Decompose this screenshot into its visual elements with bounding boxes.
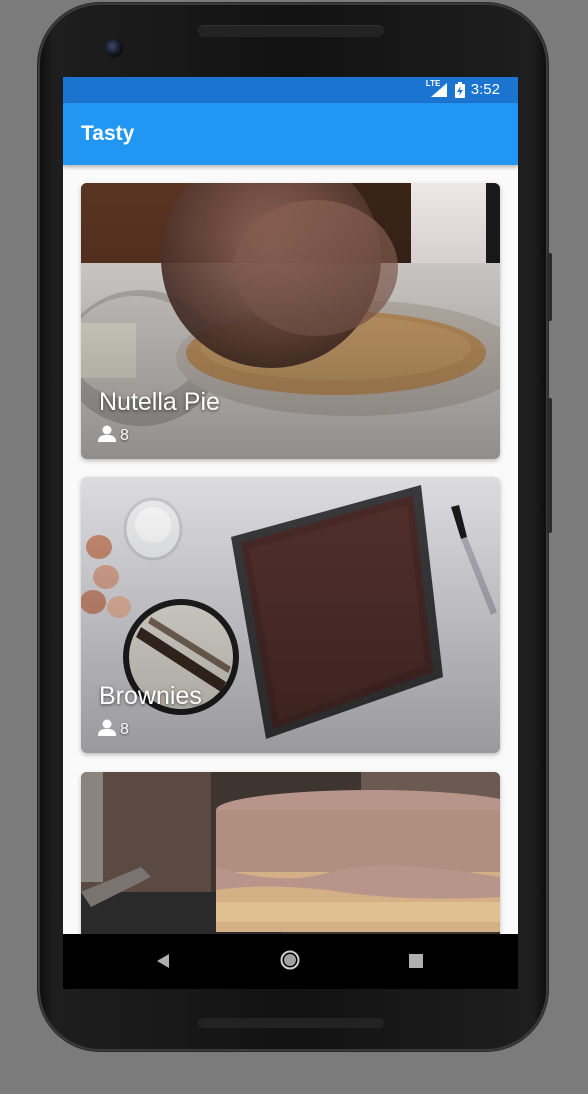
recipe-image <box>81 477 500 753</box>
servings-count: 8 <box>120 721 129 738</box>
recipe-card[interactable] <box>81 772 500 934</box>
recents-icon[interactable] <box>409 954 423 973</box>
signal-icon: LTE <box>425 78 449 98</box>
recipe-servings: 8 <box>98 425 129 447</box>
network-type-label: LTE <box>425 78 441 88</box>
phone-screen: LTE 3:52 Tasty Nutella Pie 8 Brownies 8 <box>63 77 518 989</box>
recipe-card[interactable]: Brownies 8 <box>81 477 500 753</box>
person-icon <box>98 425 116 447</box>
person-icon <box>98 719 116 741</box>
recipe-image <box>81 183 500 459</box>
status-bar: LTE 3:52 <box>63 77 518 103</box>
recipe-image <box>81 772 500 934</box>
recipe-servings: 8 <box>98 719 129 741</box>
recipe-card[interactable]: Nutella Pie 8 <box>81 183 500 459</box>
bottom-speaker <box>198 1018 384 1028</box>
power-button <box>547 398 552 533</box>
earpiece-speaker <box>198 25 384 37</box>
front-camera <box>105 39 123 57</box>
status-time: 3:52 <box>470 81 500 98</box>
app-title: Tasty <box>81 122 135 145</box>
navigation-bar <box>63 934 518 989</box>
back-icon[interactable] <box>155 953 171 974</box>
recipe-title: Nutella Pie <box>99 388 220 416</box>
home-icon[interactable] <box>280 950 300 975</box>
recipe-title: Brownies <box>99 682 202 710</box>
volume-button <box>547 253 552 321</box>
recipe-list[interactable]: Nutella Pie 8 Brownies 8 <box>63 165 518 934</box>
servings-count: 8 <box>120 427 129 444</box>
app-bar: Tasty <box>63 103 518 165</box>
battery-charging-icon <box>454 81 465 98</box>
